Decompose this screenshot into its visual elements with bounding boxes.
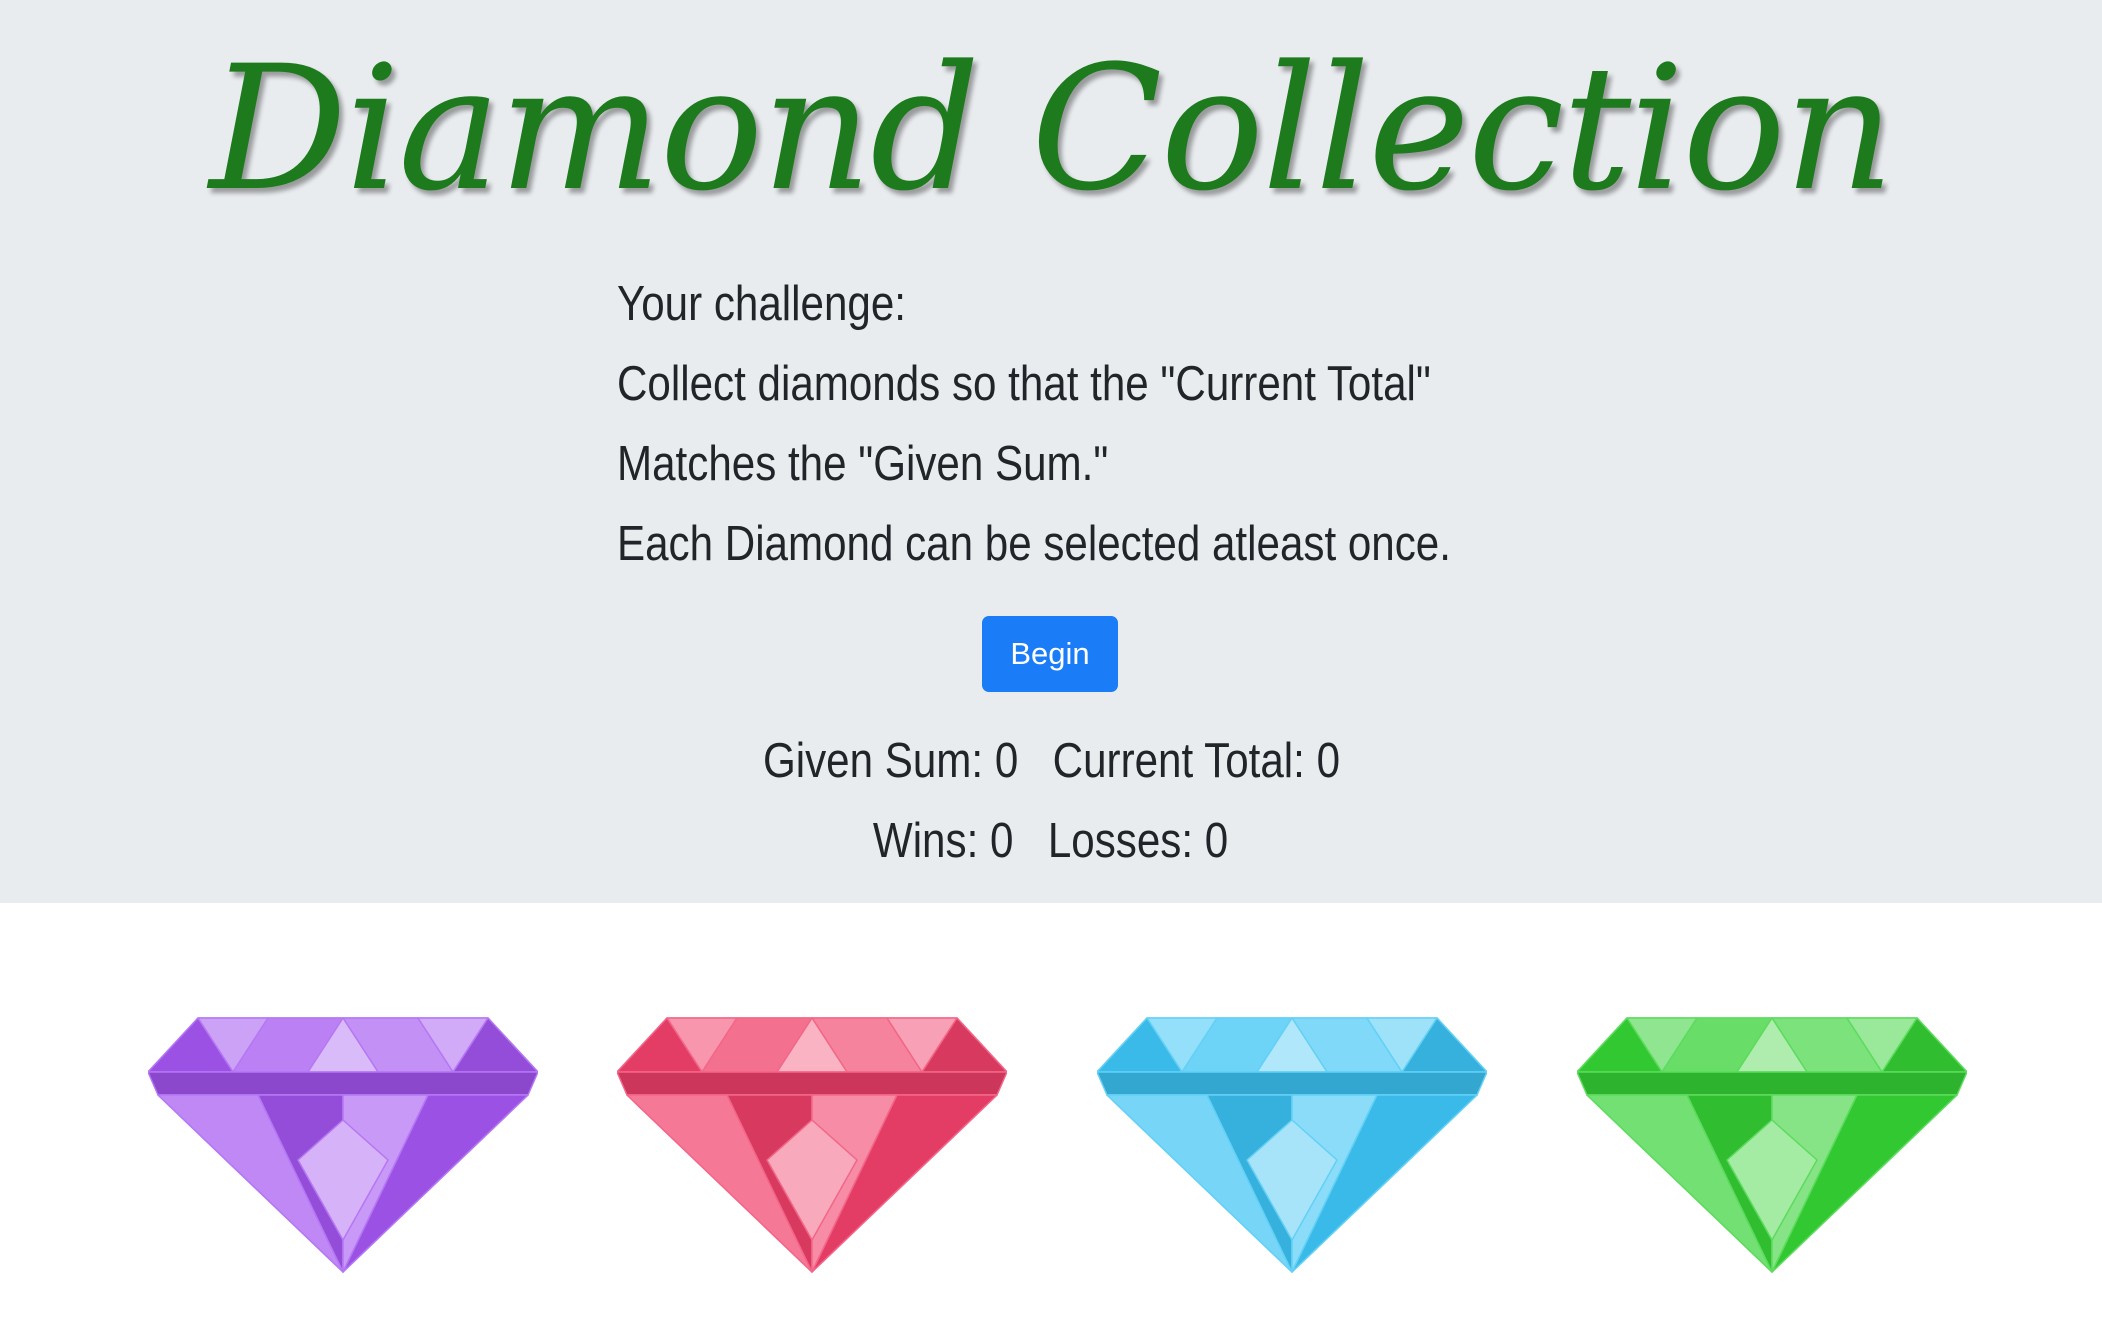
given-sum-value: 0 bbox=[994, 734, 1018, 788]
instruction-line: Each Diamond can be selected atleast onc… bbox=[617, 517, 1451, 571]
diamond-facet bbox=[616, 1071, 1008, 1096]
wins: Wins: 0 bbox=[873, 813, 1014, 869]
losses-label: Losses: bbox=[1048, 814, 1194, 868]
diamond-icon bbox=[1096, 1017, 1488, 1273]
instruction-line: Your challenge: bbox=[617, 277, 906, 331]
losses: Losses: 0 bbox=[1048, 813, 1228, 869]
purple-diamond[interactable] bbox=[147, 1010, 539, 1280]
diamond-icon bbox=[616, 1017, 1008, 1273]
diamond-icon bbox=[1576, 1017, 1968, 1273]
diamond-facet bbox=[1096, 1071, 1488, 1096]
wins-value: 0 bbox=[990, 814, 1014, 868]
current-total-value: 0 bbox=[1316, 734, 1340, 788]
jumbotron-header: Diamond Collection Your challenge: Colle… bbox=[0, 0, 2102, 903]
instruction-line: Collect diamonds so that the "Current To… bbox=[617, 357, 1431, 411]
green-diamond[interactable] bbox=[1576, 1010, 1968, 1280]
current-total-label: Current Total: bbox=[1052, 734, 1305, 788]
blue-diamond[interactable] bbox=[1096, 1010, 1488, 1280]
diamond-icon bbox=[147, 1017, 539, 1273]
diamond-facet bbox=[1576, 1071, 1968, 1096]
red-diamond[interactable] bbox=[616, 1010, 1008, 1280]
instructions: Your challenge: Collect diamonds so that… bbox=[617, 268, 1477, 588]
given-sum-label: Given Sum: bbox=[762, 734, 983, 788]
begin-button[interactable]: Begin bbox=[982, 616, 1118, 692]
diamond-facet bbox=[147, 1071, 539, 1096]
diamond-row bbox=[0, 1010, 2102, 1280]
given-sum: Given Sum: 0 bbox=[762, 733, 1017, 789]
score-row-record: Wins: 0 Losses: 0 bbox=[0, 813, 2102, 869]
score-row-sums: Given Sum: 0 Current Total: 0 bbox=[0, 733, 2102, 789]
wins-label: Wins: bbox=[873, 814, 979, 868]
instruction-line: Matches the "Given Sum." bbox=[617, 437, 1109, 491]
losses-value: 0 bbox=[1205, 814, 1229, 868]
page-title: Diamond Collection bbox=[209, 28, 1894, 229]
current-total: Current Total: 0 bbox=[1052, 733, 1339, 789]
